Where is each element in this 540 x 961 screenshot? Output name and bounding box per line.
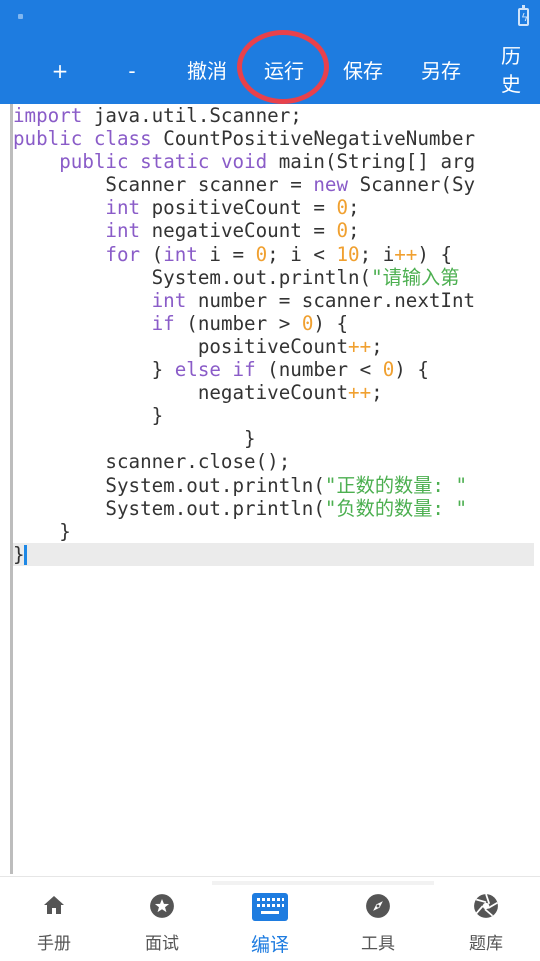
undo-button[interactable]: 撤消 <box>182 54 232 88</box>
nav-item-question-bank[interactable]: 题库 <box>432 877 540 961</box>
nav-item-manual[interactable]: 手册 <box>0 877 108 961</box>
code-line[interactable]: scanner.close(); <box>13 450 290 473</box>
code-text[interactable]: import java.util.Scanner; public class C… <box>13 104 475 566</box>
code-line[interactable]: } else if (number < 0) { <box>13 358 429 381</box>
keyboard-icon <box>252 893 288 921</box>
nav-item-tools[interactable]: 工具 <box>324 877 432 961</box>
code-line[interactable]: for (int i = 0; i < 10; i++) { <box>13 243 452 266</box>
aperture-icon <box>474 893 498 918</box>
code-line[interactable]: int positiveCount = 0; <box>13 196 359 219</box>
code-line[interactable]: } <box>13 543 25 566</box>
code-line[interactable]: if (number > 0) { <box>13 312 348 335</box>
battery-icon: ϟ <box>518 5 529 26</box>
nav-item-label: 面试 <box>145 934 179 954</box>
nav-item-label: 题库 <box>469 934 503 954</box>
nav-item-compile[interactable]: 编译 <box>216 877 324 961</box>
code-line[interactable]: } <box>13 427 256 450</box>
save-as-button[interactable]: 另存 <box>416 54 466 88</box>
code-line[interactable]: Scanner scanner = new Scanner(Sy <box>13 173 475 196</box>
code-line[interactable]: import java.util.Scanner; <box>13 104 302 127</box>
nav-item-label: 手册 <box>37 934 71 954</box>
home-icon <box>44 896 64 914</box>
nav-item-label: 工具 <box>361 934 395 954</box>
code-line[interactable]: System.out.println("正数的数量: " <box>13 474 467 497</box>
code-editor[interactable]: import java.util.Scanner; public class C… <box>0 104 540 876</box>
status-indicator-icon <box>18 14 23 19</box>
remove-button[interactable]: - <box>112 54 152 88</box>
top-toolbar: ϟ + - 撤消 运行 保存 另存 历 史 <box>0 0 540 104</box>
nav-item-label: 编译 <box>250 934 289 956</box>
code-line[interactable]: public class CountPositiveNegativeNumber <box>13 127 475 150</box>
code-line[interactable]: System.out.println("负数的数量: " <box>13 497 467 520</box>
history-label-line1: 历 <box>501 44 521 68</box>
code-line[interactable]: int negativeCount = 0; <box>13 219 359 242</box>
bottom-navigation: 手册 面试 编译 工具 题库 <box>0 876 540 961</box>
save-button[interactable]: 保存 <box>338 54 388 88</box>
code-line[interactable]: } <box>13 404 164 427</box>
code-line[interactable]: negativeCount++; <box>13 381 383 404</box>
history-button[interactable]: 历 史 <box>492 42 530 98</box>
code-line[interactable]: int number = scanner.nextInt <box>13 289 475 312</box>
nav-item-interview[interactable]: 面试 <box>108 877 216 961</box>
code-line[interactable]: public static void main(String[] arg <box>13 150 475 173</box>
text-cursor <box>24 545 27 565</box>
add-button[interactable]: + <box>40 54 80 88</box>
history-label-line2: 史 <box>501 72 521 96</box>
code-line[interactable]: System.out.println("请输入第 <box>13 266 460 289</box>
run-button[interactable]: 运行 <box>259 54 309 88</box>
code-line[interactable]: } <box>13 520 71 543</box>
compass-icon <box>366 894 390 918</box>
star-icon <box>150 894 174 918</box>
code-line[interactable]: positiveCount++; <box>13 335 383 358</box>
